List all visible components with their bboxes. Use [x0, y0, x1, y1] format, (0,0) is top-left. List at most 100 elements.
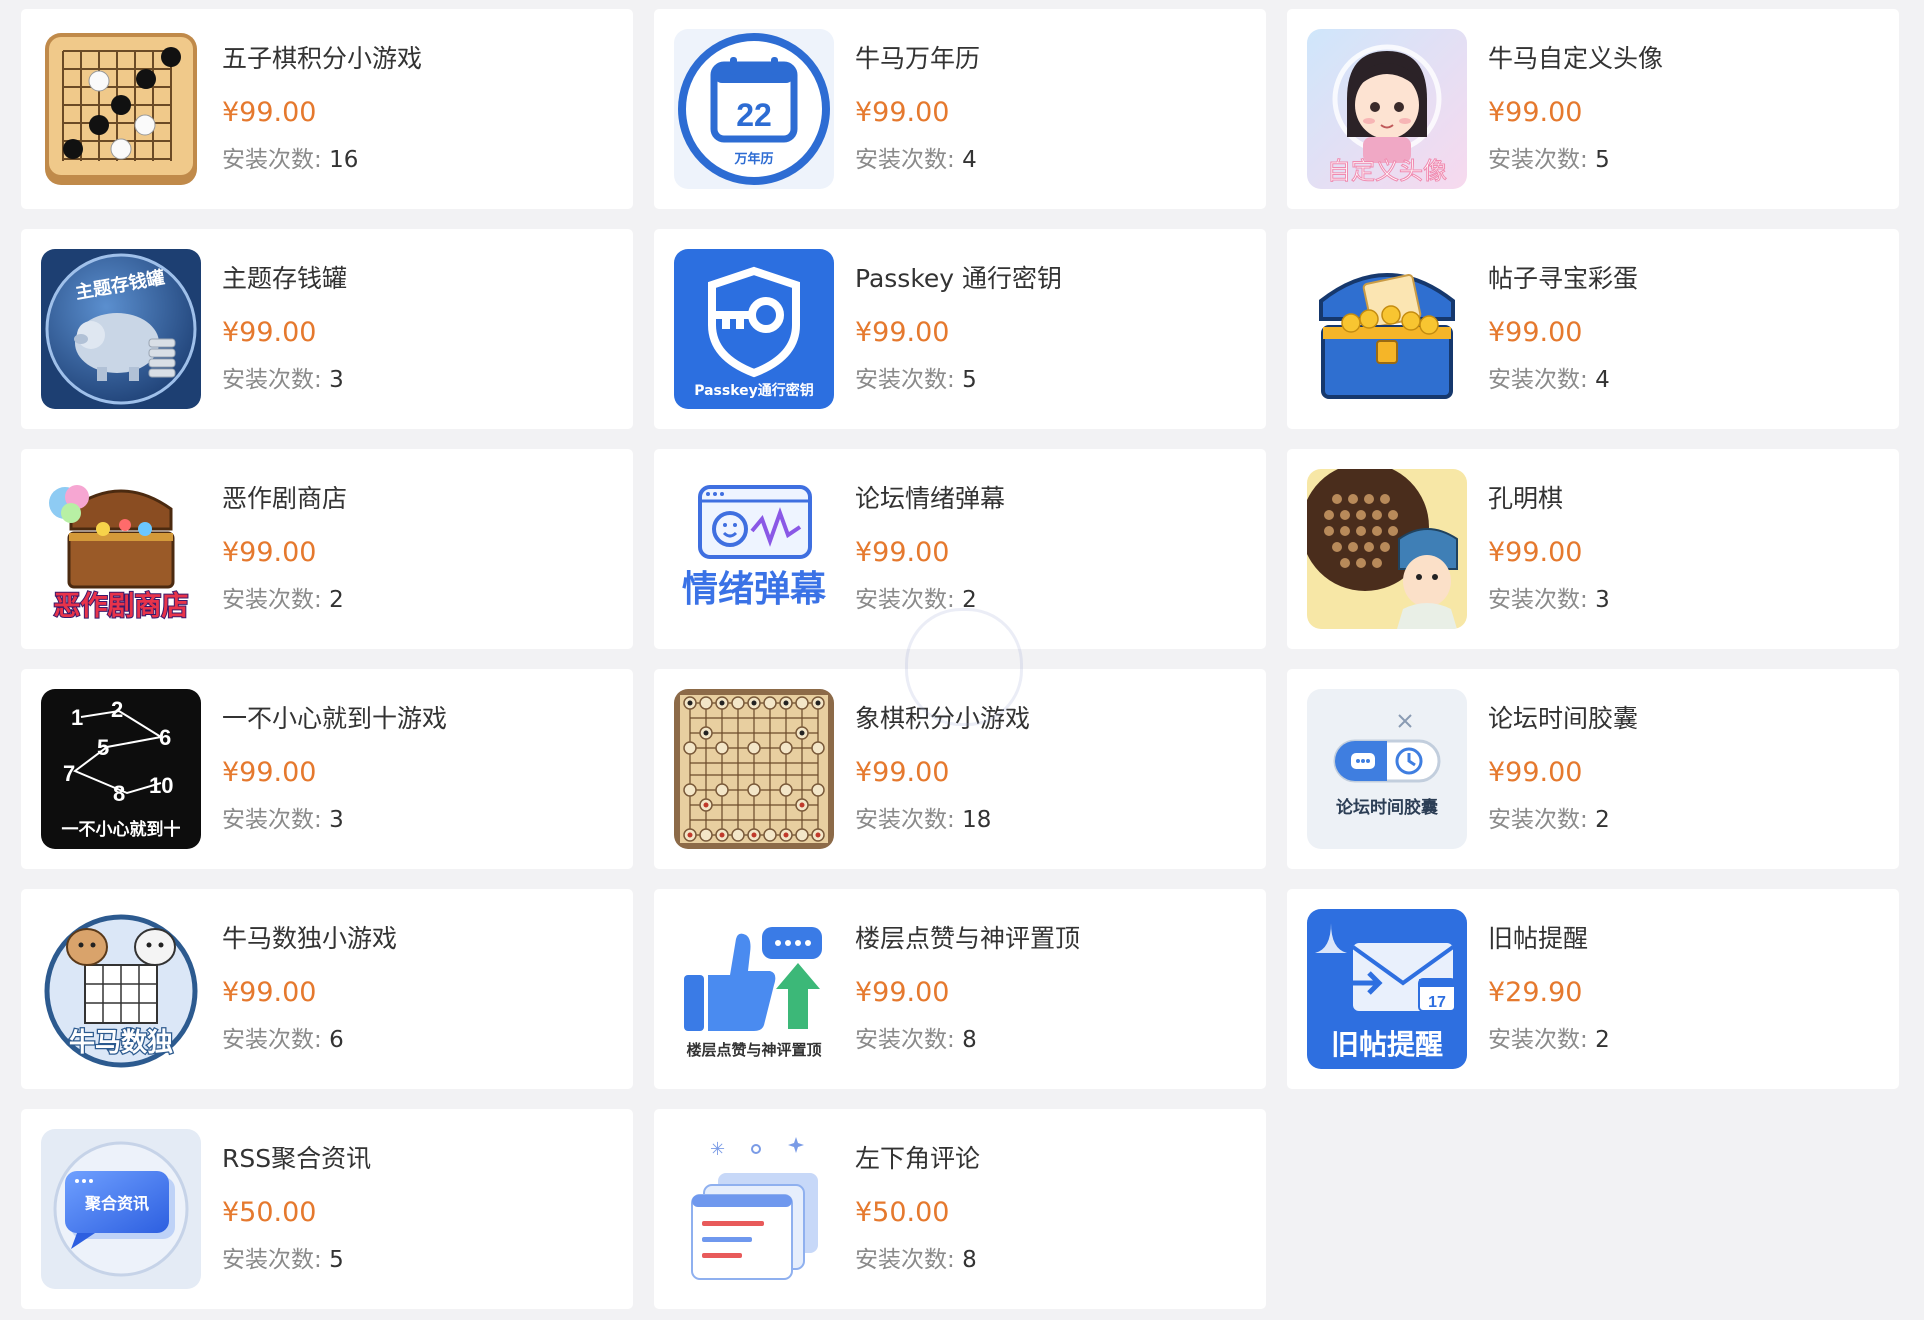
install-count: 安装次数: 3 — [222, 365, 347, 395]
install-label: 安装次数: — [855, 1247, 963, 1273]
number-path-icon: 1 2 5 6 7 8 10 一不小心就到十 — [41, 689, 201, 849]
app-name: 帖子寻宝彩蛋 — [1488, 264, 1639, 293]
emotion-danmaku-icon: 情绪弹幕 — [674, 469, 834, 629]
app-price: ¥99.00 — [222, 97, 317, 128]
install-label: 安装次数: — [1488, 807, 1596, 833]
app-name: 五子棋积分小游戏 — [222, 44, 423, 73]
app-price: ¥99.00 — [855, 97, 950, 128]
sudoku-cows-icon: 牛马数独 — [41, 909, 201, 1069]
install-value: 2 — [962, 587, 977, 613]
install-label: 安装次数: — [855, 587, 963, 613]
app-name: 恶作剧商店 — [222, 484, 348, 513]
install-count: 安装次数: 2 — [1488, 805, 1638, 835]
install-value: 4 — [1595, 367, 1610, 393]
app-name: 一不小心就到十游戏 — [222, 704, 448, 733]
app-card[interactable]: 帖子寻宝彩蛋 ¥99.00 安装次数: 4 — [1287, 229, 1899, 429]
app-name: 楼层点赞与神评置顶 — [855, 924, 1081, 953]
install-count: 安装次数: 2 — [1488, 1025, 1610, 1055]
install-label: 安装次数: — [222, 1027, 330, 1053]
app-name: Passkey 通行密钥 — [855, 264, 1063, 293]
install-value: 3 — [329, 807, 344, 833]
time-capsule-icon: 论坛时间胶囊 — [1307, 689, 1467, 849]
install-count: 安装次数: 6 — [222, 1025, 397, 1055]
app-info: 恶作剧商店 ¥99.00 安装次数: 2 — [222, 469, 347, 615]
app-info: 象棋积分小游戏 ¥99.00 安装次数: 18 — [855, 689, 1030, 835]
install-label: 安装次数: — [855, 367, 963, 393]
install-value: 5 — [962, 367, 977, 393]
svg-text:论坛时间胶囊: 论坛时间胶囊 — [1336, 797, 1438, 818]
treasure-chest-icon — [1307, 249, 1467, 409]
install-count: 安装次数: 16 — [222, 145, 422, 175]
install-count: 安装次数: 4 — [1488, 365, 1638, 395]
svg-text:1: 1 — [71, 705, 83, 730]
app-name: 牛马万年历 — [855, 44, 981, 73]
app-info: 左下角评论 ¥50.00 安装次数: 8 — [855, 1129, 980, 1275]
svg-text:5: 5 — [97, 735, 109, 760]
app-price: ¥99.00 — [1488, 97, 1583, 128]
install-value: 2 — [1595, 807, 1610, 833]
app-card[interactable]: 1 2 5 6 7 8 10 一不小心就到十 一不小心就到十游戏 ¥99.00 … — [21, 669, 633, 869]
piggy-bank-icon: 主题存钱罐 — [41, 249, 201, 409]
app-card[interactable]: 22 万年历 牛马万年历 ¥99.00 安装次数: 4 — [654, 9, 1266, 209]
app-card[interactable]: 17 旧帖提醒 旧帖提醒 ¥29.90 安装次数: 2 — [1287, 889, 1899, 1089]
app-name: 论坛时间胶囊 — [1488, 704, 1639, 733]
app-name: RSS聚合资讯 — [222, 1144, 372, 1173]
app-name: 论坛情绪弹幕 — [855, 484, 1006, 513]
app-info: 论坛时间胶囊 ¥99.00 安装次数: 2 — [1488, 689, 1638, 835]
install-value: 5 — [1595, 147, 1610, 173]
rss-news-icon: 聚合资讯 — [41, 1129, 201, 1289]
app-card[interactable]: 主题存钱罐 主题存钱罐 ¥99.00 安装次数: 3 — [21, 229, 633, 429]
install-label: 安装次数: — [855, 807, 963, 833]
app-card[interactable]: 楼层点赞与神评置顶 楼层点赞与神评置顶 ¥99.00 安装次数: 8 — [654, 889, 1266, 1089]
app-info: 牛马万年历 ¥99.00 安装次数: 4 — [855, 29, 980, 175]
svg-text:8: 8 — [113, 781, 125, 806]
app-name: 旧帖提醒 — [1488, 924, 1589, 953]
app-card[interactable]: 情绪弹幕 论坛情绪弹幕 ¥99.00 安装次数: 2 — [654, 449, 1266, 649]
gomoku-board-icon — [41, 29, 201, 189]
app-card[interactable]: 五子棋积分小游戏 ¥99.00 安装次数: 16 — [21, 9, 633, 209]
install-count: 安装次数: 2 — [855, 585, 1005, 615]
install-count: 安装次数: 3 — [222, 805, 447, 835]
svg-text:一不小心就到十: 一不小心就到十 — [62, 819, 181, 840]
app-price: ¥99.00 — [222, 757, 317, 788]
install-count: 安装次数: 3 — [1488, 585, 1610, 615]
svg-text:17: 17 — [1428, 994, 1446, 1011]
svg-text:10: 10 — [149, 773, 173, 798]
svg-text:7: 7 — [63, 761, 75, 786]
install-count: 安装次数: 8 — [855, 1245, 980, 1275]
install-count: 安装次数: 8 — [855, 1025, 1080, 1055]
peg-solitaire-icon — [1307, 469, 1467, 629]
app-card[interactable]: ✳ 左下角评论 ¥50.00 安装次数: 8 — [654, 1109, 1266, 1309]
install-value: 2 — [1595, 1027, 1610, 1053]
install-value: 18 — [962, 807, 992, 833]
app-card[interactable]: Passkey通行密钥 Passkey 通行密钥 ¥99.00 安装次数: 5 — [654, 229, 1266, 429]
app-info: 主题存钱罐 ¥99.00 安装次数: 3 — [222, 249, 347, 395]
app-card[interactable]: 牛马数独 牛马数独小游戏 ¥99.00 安装次数: 6 — [21, 889, 633, 1089]
reminder-envelope-icon: 17 旧帖提醒 — [1307, 909, 1467, 1069]
install-value: 5 — [329, 1247, 344, 1273]
prank-shop-icon: 恶作剧商店 — [41, 469, 201, 629]
install-label: 安装次数: — [222, 367, 330, 393]
app-card[interactable]: 恶作剧商店 恶作剧商店 ¥99.00 安装次数: 2 — [21, 449, 633, 649]
app-card[interactable]: 孔明棋 ¥99.00 安装次数: 3 — [1287, 449, 1899, 649]
app-price: ¥99.00 — [1488, 537, 1583, 568]
svg-text:情绪弹幕: 情绪弹幕 — [682, 569, 827, 610]
install-label: 安装次数: — [222, 587, 330, 613]
install-count: 安装次数: 5 — [222, 1245, 371, 1275]
svg-text:22: 22 — [736, 97, 772, 133]
svg-text:万年历: 万年历 — [733, 151, 773, 167]
app-card[interactable]: 自定义头像 牛马自定义头像 ¥99.00 安装次数: 5 — [1287, 9, 1899, 209]
app-card[interactable]: 论坛时间胶囊 论坛时间胶囊 ¥99.00 安装次数: 2 — [1287, 669, 1899, 869]
app-price: ¥99.00 — [855, 537, 950, 568]
install-count: 安装次数: 5 — [855, 365, 1062, 395]
app-price: ¥99.00 — [855, 757, 950, 788]
svg-text:聚合资讯: 聚合资讯 — [84, 1194, 149, 1213]
app-info: 论坛情绪弹幕 ¥99.00 安装次数: 2 — [855, 469, 1005, 615]
app-card[interactable]: 象棋积分小游戏 ¥99.00 安装次数: 18 — [654, 669, 1266, 869]
install-label: 安装次数: — [855, 1027, 963, 1053]
app-info: 楼层点赞与神评置顶 ¥99.00 安装次数: 8 — [855, 909, 1080, 1055]
app-card[interactable]: 聚合资讯 RSS聚合资讯 ¥50.00 安装次数: 5 — [21, 1109, 633, 1309]
app-name: 孔明棋 — [1488, 484, 1564, 513]
grid-placeholder — [1287, 1109, 1899, 1309]
install-label: 安装次数: — [222, 807, 330, 833]
